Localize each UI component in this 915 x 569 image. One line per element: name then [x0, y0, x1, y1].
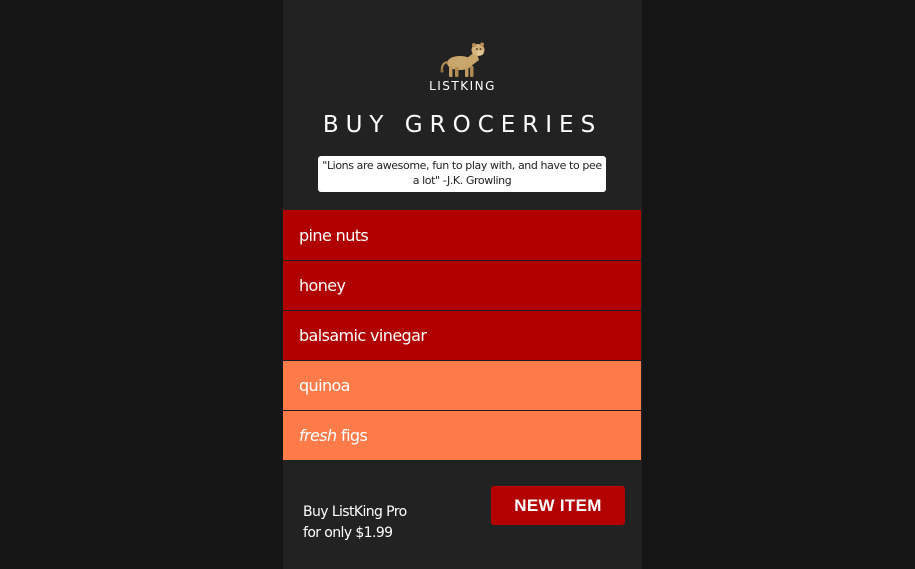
- list-item[interactable]: fresh figs: [283, 410, 641, 460]
- promo-line-2: for only $1.99: [303, 525, 393, 541]
- list-item[interactable]: pine nuts: [283, 210, 641, 260]
- lion-icon: [439, 42, 484, 77]
- list-title: BUY GROCERIES: [322, 112, 603, 138]
- quote-box: "Lions are awesome, fun to play with, an…: [318, 156, 606, 192]
- list-item[interactable]: balsamic vinegar: [283, 310, 641, 360]
- list-item-label: quinoa: [299, 376, 350, 395]
- list-item-label: honey: [299, 276, 346, 295]
- logo: LISTKING: [283, 40, 642, 93]
- list-item-label: pine nuts: [299, 226, 369, 245]
- list-item-label: figs: [336, 426, 368, 445]
- list-item[interactable]: quinoa: [283, 360, 641, 410]
- new-item-button[interactable]: NEW ITEM: [491, 486, 625, 525]
- pro-promo[interactable]: Buy ListKing Pro for only $1.99: [303, 502, 407, 544]
- grocery-list: pine nuts honey balsamic vinegar quinoa …: [283, 210, 641, 460]
- brand-name: LISTKING: [429, 79, 496, 93]
- app-panel: LISTKING BUY GROCERIES "Lions are awesom…: [283, 0, 642, 569]
- promo-line-1: Buy ListKing Pro: [303, 504, 407, 520]
- list-item-label: balsamic vinegar: [299, 326, 427, 345]
- list-item-emphasis: fresh: [299, 426, 337, 445]
- list-item[interactable]: honey: [283, 260, 641, 310]
